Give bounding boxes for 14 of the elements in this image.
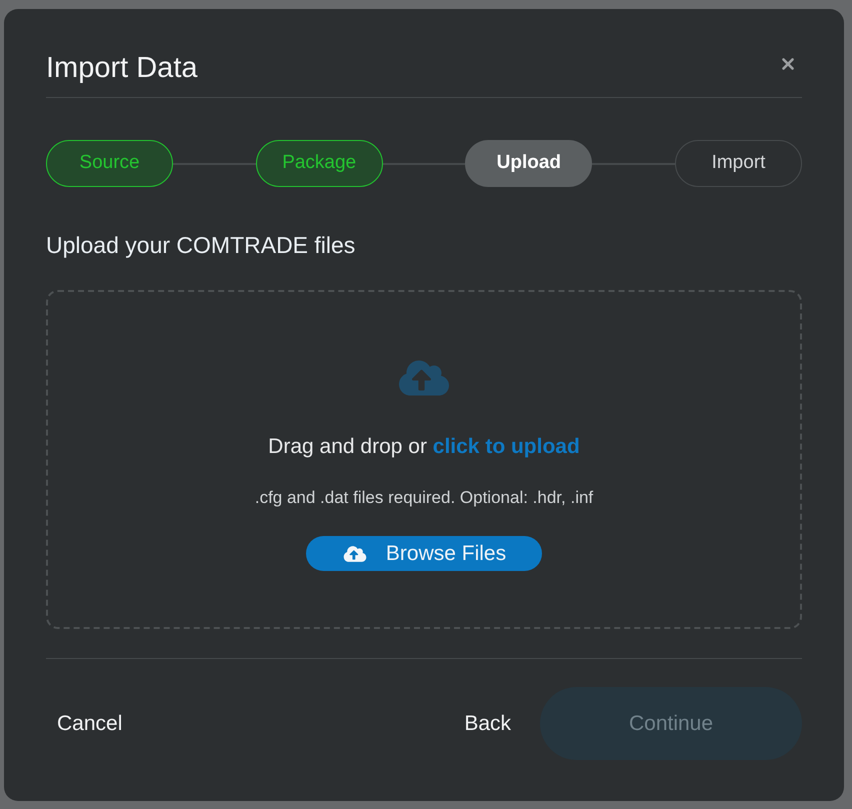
cancel-button[interactable]: Cancel <box>57 710 122 738</box>
upload-heading: Upload your COMTRADE files <box>46 231 356 260</box>
drop-zone[interactable]: Drag and drop or click to upload .cfg and .dat files required. Optional: .hdr, .inf Browse Files <box>46 290 802 629</box>
cloud-upload-icon <box>342 544 368 562</box>
step-pill: Package <box>256 140 383 187</box>
drop-prompt: Drag and drop or click to upload <box>268 434 580 460</box>
step-pill: Upload <box>465 140 592 187</box>
browse-files-button[interactable]: Browse Files <box>306 536 542 571</box>
step-pill: Import <box>675 140 802 187</box>
file-hint: .cfg and .dat files required. Optional: .hdr, .inf <box>254 487 594 509</box>
dialog-title: Import Data <box>46 51 198 86</box>
close-icon <box>779 55 797 73</box>
back-button[interactable]: Back <box>464 710 511 738</box>
step-pill: Source <box>46 140 173 187</box>
